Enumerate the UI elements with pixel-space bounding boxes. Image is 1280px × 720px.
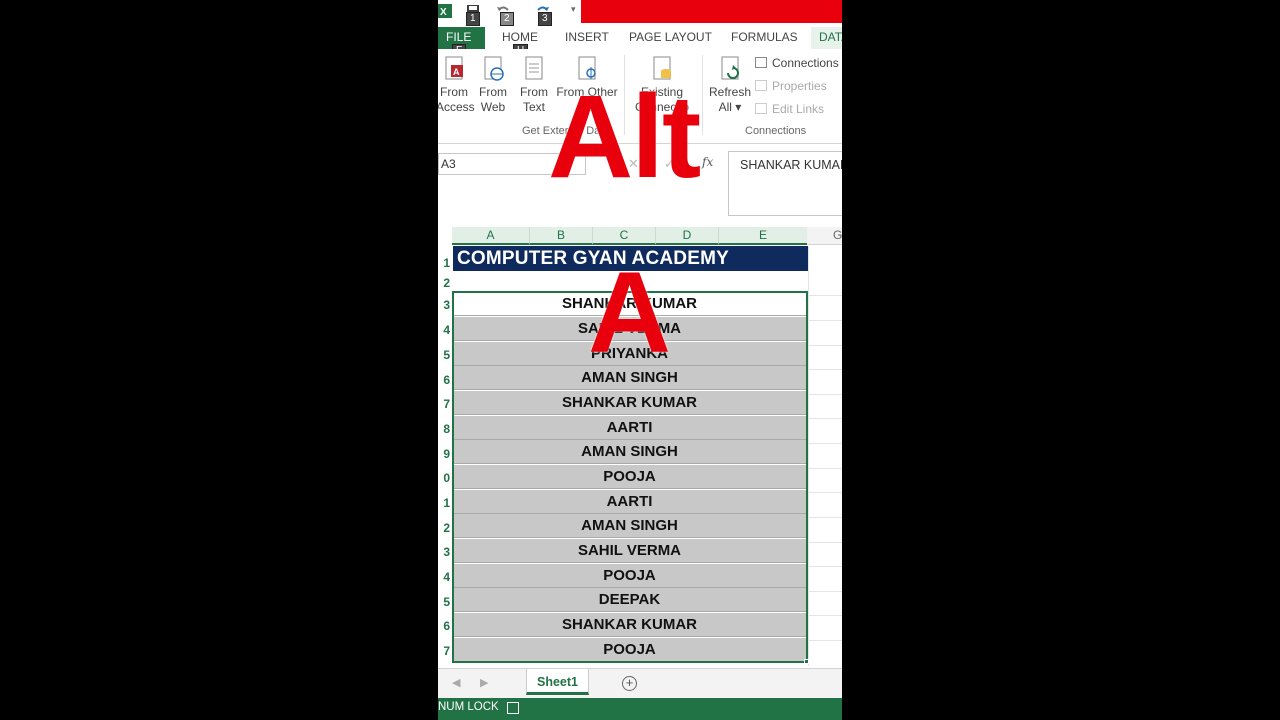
row-header[interactable]: 7: [438, 644, 452, 658]
group-label-connections: Connections: [745, 125, 807, 137]
column-header-b[interactable]: B: [530, 227, 593, 245]
insert-function-icon[interactable]: fx: [702, 155, 713, 169]
from-web-button[interactable]: From Web: [478, 55, 508, 115]
column-header-a[interactable]: A: [452, 227, 530, 245]
refresh-all-button[interactable]: Refresh All ▾: [708, 55, 752, 115]
next-sheet-icon[interactable]: ▶: [480, 676, 488, 689]
num-lock-indicator: NUM LOCK: [438, 701, 499, 713]
title-bar-overlay: [581, 0, 842, 23]
gridline: [808, 320, 842, 321]
row-header[interactable]: 7: [438, 397, 452, 411]
tab-formulas[interactable]: FORMULAS: [731, 30, 798, 44]
gridline: [808, 591, 842, 592]
table-row-cell[interactable]: SHANKAR KUMAR: [453, 613, 806, 637]
tab-page-layout[interactable]: PAGE LAYOUT: [629, 30, 712, 44]
ribbon-tabs: FILE F HOME H INSERT PAGE LAYOUT FORMULA…: [438, 27, 842, 58]
table-row-cell[interactable]: AARTI: [453, 416, 806, 440]
table-row-cell[interactable]: AARTI: [453, 490, 806, 514]
row-header[interactable]: 8: [438, 422, 452, 436]
gridline: [808, 542, 842, 543]
gridline: [808, 517, 842, 518]
table-row-cell[interactable]: POOJA: [453, 564, 806, 588]
formula-input[interactable]: SHANKAR KUMAR: [728, 151, 842, 216]
sheet-tab-sheet1[interactable]: Sheet1: [526, 669, 589, 695]
row-header[interactable]: 6: [438, 619, 452, 633]
column-header-e[interactable]: E: [719, 227, 808, 245]
row-header[interactable]: 4: [438, 323, 452, 337]
row-header[interactable]: 1: [438, 256, 452, 270]
gridline: [808, 394, 842, 395]
table-row-cell[interactable]: AMAN SINGH: [453, 440, 806, 464]
macro-record-icon[interactable]: [507, 702, 519, 714]
connections-button[interactable]: Connections: [755, 56, 839, 70]
gridline: [808, 566, 842, 567]
gridline: [808, 418, 842, 419]
refresh-icon: [719, 55, 741, 83]
overlay-key-a: A: [588, 249, 672, 377]
keytip-redo: 3: [538, 12, 552, 26]
gridline: [808, 468, 842, 469]
table-row-cell[interactable]: SAHIL VERMA: [453, 539, 806, 563]
svg-text:X: X: [440, 7, 447, 18]
row-header[interactable]: 6: [438, 373, 452, 387]
web-icon: [482, 55, 504, 83]
from-text-button[interactable]: From Text: [519, 55, 549, 115]
gridline: [808, 492, 842, 493]
table-row-cell[interactable]: POOJA: [453, 638, 806, 662]
customize-qat-icon[interactable]: ▾: [571, 4, 576, 15]
properties-icon: [755, 80, 767, 91]
row-header[interactable]: 2: [438, 276, 452, 290]
prev-sheet-icon[interactable]: ◀: [452, 676, 460, 689]
tab-insert[interactable]: INSERT: [565, 30, 609, 44]
quick-access-toolbar: X 1 2 3 ▾: [438, 0, 842, 27]
edit-links-icon: [755, 103, 767, 114]
excel-logo-icon: X: [438, 4, 452, 18]
row-header[interactable]: 5: [438, 348, 452, 362]
status-bar: NUM LOCK: [438, 698, 842, 720]
edit-links-button[interactable]: Edit Links: [755, 102, 824, 116]
keytip-undo: 2: [500, 12, 514, 26]
table-row-cell[interactable]: AMAN SINGH: [453, 514, 806, 538]
row-header[interactable]: 0: [438, 471, 452, 485]
table-row-cell[interactable]: DEEPAK: [453, 588, 806, 612]
tab-home[interactable]: HOME: [502, 30, 538, 44]
column-header-d[interactable]: D: [656, 227, 719, 245]
properties-button[interactable]: Properties: [755, 79, 827, 93]
gridline: [808, 369, 842, 370]
svg-text:A: A: [453, 67, 460, 77]
column-header-c[interactable]: C: [593, 227, 656, 245]
from-access-button[interactable]: A From Access: [438, 55, 475, 115]
access-icon: A: [443, 55, 465, 83]
tab-data[interactable]: DATA: [811, 27, 842, 49]
connections-icon: [755, 57, 767, 68]
sheet-tab-bar: ◀ ▶ Sheet1 +: [438, 668, 842, 698]
text-file-icon: [523, 55, 545, 83]
row-header[interactable]: 1: [438, 496, 452, 510]
add-sheet-icon[interactable]: +: [622, 676, 637, 691]
row-header[interactable]: 5: [438, 595, 452, 609]
row-header[interactable]: 2: [438, 521, 452, 535]
gridline: [808, 615, 842, 616]
ribbon-separator: [702, 55, 703, 135]
row-header[interactable]: 3: [438, 298, 452, 312]
gridline: [808, 443, 842, 444]
row-header[interactable]: 3: [438, 545, 452, 559]
gridline: [808, 246, 809, 666]
gridline: [808, 345, 842, 346]
table-row-cell[interactable]: POOJA: [453, 465, 806, 489]
gridline: [808, 295, 842, 296]
row-header[interactable]: 4: [438, 570, 452, 584]
fill-handle[interactable]: [804, 659, 809, 664]
column-header-g[interactable]: G: [807, 227, 842, 245]
keytip-save: 1: [466, 12, 480, 26]
overlay-key-alt: Alt: [548, 71, 701, 203]
table-row-cell[interactable]: SHANKAR KUMAR: [453, 391, 806, 415]
row-header[interactable]: 9: [438, 447, 452, 461]
gridline: [808, 640, 842, 641]
